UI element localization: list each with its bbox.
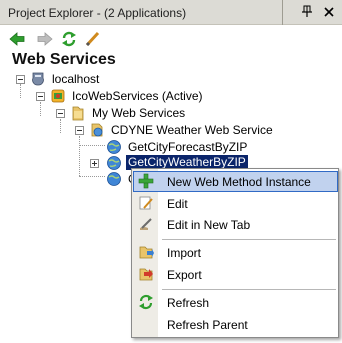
pin-icon[interactable] — [300, 5, 314, 19]
titlebar-divider — [282, 0, 283, 25]
menu-item-edit-new-tab[interactable]: Edit in New Tab — [133, 214, 338, 235]
menu-item-label: New Web Method Instance — [167, 175, 311, 189]
server-icon — [32, 72, 44, 86]
tree-node-project[interactable]: IcoWebServices (Active) — [34, 87, 254, 105]
menu-separator — [162, 289, 336, 290]
globe-icon — [107, 140, 121, 154]
refresh-icon — [139, 294, 153, 310]
panel-titlebar: Project Explorer - (2 Applications) — [0, 0, 342, 25]
pencil-icon[interactable] — [84, 30, 102, 48]
menu-item-label: Edit in New Tab — [167, 218, 251, 232]
menu-item-refresh-parent[interactable]: Refresh Parent — [133, 314, 338, 335]
tree-line — [79, 145, 105, 146]
menu-item-label: Export — [167, 268, 202, 282]
menu-item-new-web-method-instance[interactable]: New Web Method Instance — [133, 171, 338, 192]
import-icon — [139, 246, 154, 259]
globe-icon — [107, 156, 121, 170]
web-service-icon — [91, 123, 103, 137]
menu-item-refresh[interactable]: Refresh — [133, 292, 338, 313]
globe-icon — [107, 172, 121, 186]
tree-line — [79, 176, 105, 177]
explorer-toolbar — [0, 26, 342, 52]
folder-icon — [72, 106, 84, 121]
project-icon — [51, 89, 65, 103]
menu-item-label: Edit — [167, 197, 188, 211]
menu-item-label: Refresh — [167, 296, 210, 310]
add-green-plus-icon — [138, 173, 154, 189]
tree-node-localhost[interactable]: localhost — [14, 70, 134, 88]
context-menu: New Web Method Instance Edit Edit in New… — [131, 168, 339, 338]
tree-label: IcoWebServices (Active) — [72, 89, 203, 103]
collapse-toggle[interactable] — [56, 109, 65, 118]
panel-title: Project Explorer - (2 Applications) — [8, 6, 187, 20]
project-explorer-panel: Project Explorer - (2 Applications) Web … — [0, 0, 342, 343]
collapse-toggle[interactable] — [16, 75, 25, 84]
menu-item-export[interactable]: Export — [133, 264, 338, 285]
menu-separator — [162, 239, 336, 240]
refresh-icon[interactable] — [60, 30, 78, 48]
forward-arrow-icon[interactable] — [36, 30, 54, 48]
menu-item-label: Refresh Parent — [167, 318, 248, 332]
tree-label: localhost — [52, 72, 100, 86]
tree-label: GetCityForecastByZIP — [128, 140, 248, 154]
tree-line — [79, 136, 80, 176]
close-icon[interactable] — [322, 5, 336, 19]
tree-label: CDYNE Weather Web Service — [111, 123, 273, 137]
expand-toggle[interactable] — [90, 159, 99, 168]
export-icon — [139, 268, 153, 281]
menu-item-edit[interactable]: Edit — [133, 193, 338, 214]
menu-item-import[interactable]: Import — [133, 242, 338, 263]
back-arrow-icon[interactable] — [8, 30, 26, 48]
section-heading: Web Services — [12, 51, 116, 68]
edit-icon — [139, 196, 153, 210]
menu-item-label: Import — [167, 246, 202, 260]
tree-node-folder[interactable]: My Web Services — [54, 104, 274, 122]
tree-label: My Web Services — [92, 106, 186, 120]
tree-node-service[interactable]: CDYNE Weather Web Service — [73, 121, 313, 139]
collapse-toggle[interactable] — [75, 126, 84, 135]
edit-new-tab-icon — [140, 218, 152, 230]
collapse-toggle[interactable] — [36, 92, 45, 101]
